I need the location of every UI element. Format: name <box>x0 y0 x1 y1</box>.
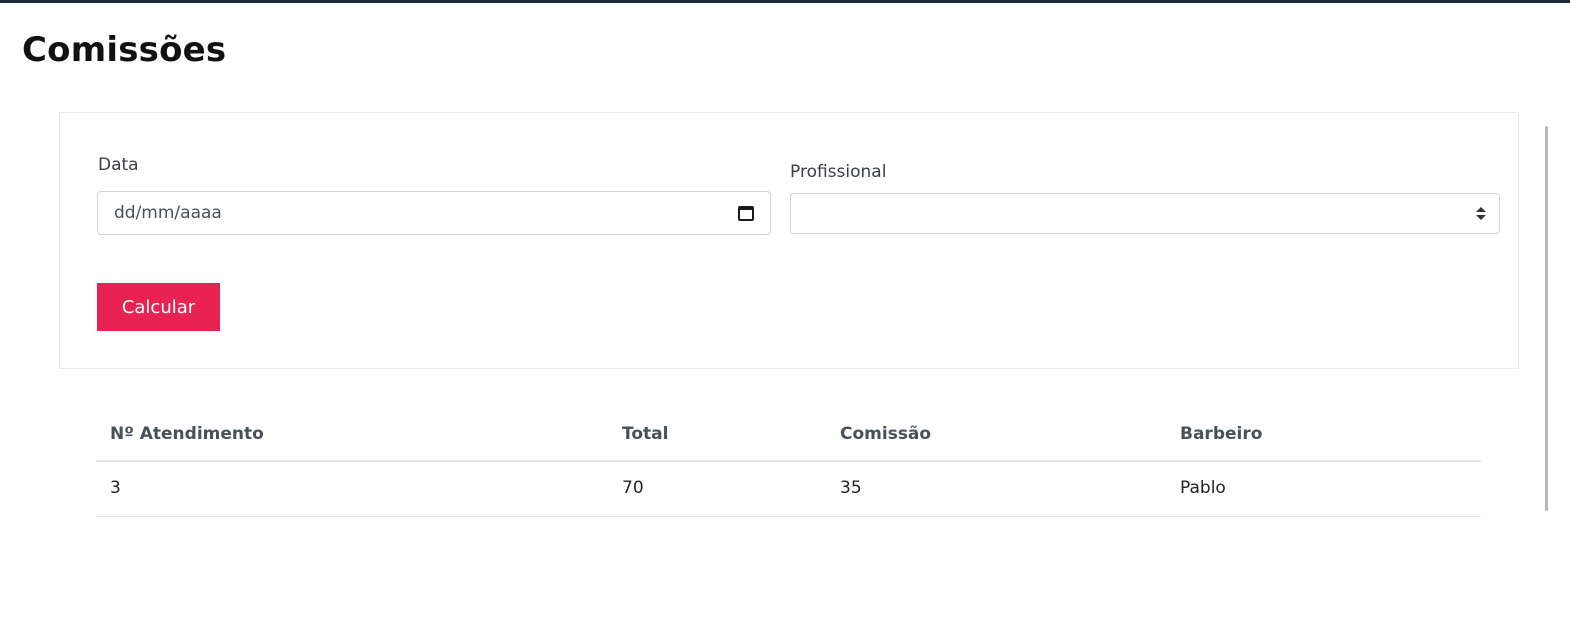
calendar-icon[interactable] <box>738 205 754 221</box>
calculate-button[interactable]: Calcular <box>97 283 220 331</box>
filter-card: Data dd/mm/aaaa Profissional Calcular <box>59 112 1519 369</box>
table-header-row: Nº Atendimento Total Comissão Barbeiro <box>96 410 1481 462</box>
professional-select[interactable] <box>790 193 1500 234</box>
page-title: Comissões <box>22 30 227 70</box>
header-comissao: Comissão <box>840 424 932 444</box>
header-barbeiro: Barbeiro <box>1180 424 1263 444</box>
vertical-scrollbar[interactable] <box>1545 126 1548 511</box>
professional-label: Profissional <box>790 162 887 182</box>
cell-barbeiro: Pablo <box>1180 478 1226 498</box>
date-input-placeholder: dd/mm/aaaa <box>114 203 222 223</box>
date-input[interactable]: dd/mm/aaaa <box>97 191 771 235</box>
select-caret-icon <box>1476 207 1486 221</box>
cell-atendimento: 3 <box>110 478 121 498</box>
top-bar <box>0 0 1570 3</box>
header-total: Total <box>622 424 669 444</box>
header-atendimento: Nº Atendimento <box>110 424 264 444</box>
table-row: 3 70 35 Pablo <box>96 462 1481 517</box>
commission-table: Nº Atendimento Total Comissão Barbeiro 3… <box>96 410 1481 517</box>
cell-comissao: 35 <box>840 478 862 498</box>
date-label: Data <box>98 155 139 175</box>
cell-total: 70 <box>622 478 644 498</box>
